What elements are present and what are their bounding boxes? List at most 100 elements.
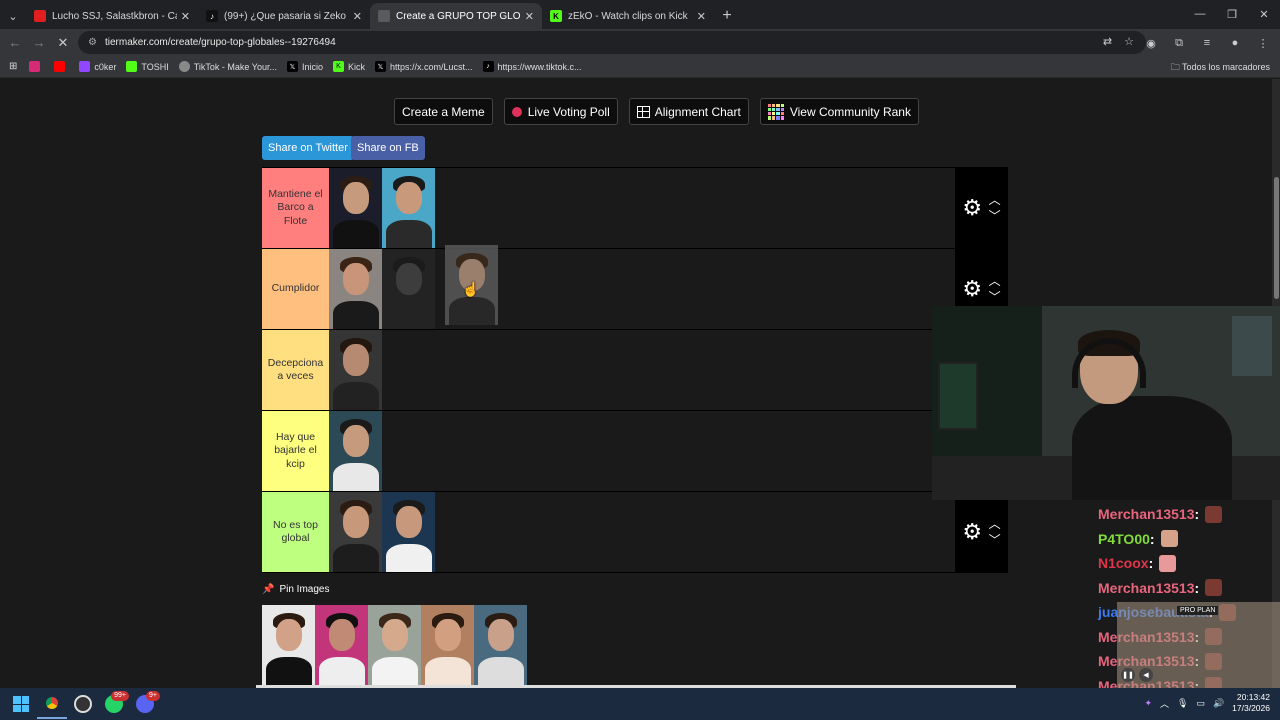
gear-icon[interactable]: ⚙ [962,197,982,219]
bookmark-tiktok[interactable]: TikTok - Make Your... [178,61,277,72]
emote-icon [1205,579,1223,597]
profile-avatar-icon[interactable]: ● [1224,32,1246,54]
share-fb-button[interactable]: Share on FB [351,136,425,160]
gear-icon[interactable]: ⚙ [962,278,982,300]
chevron-down-icon[interactable]: ﹀ [989,291,1001,303]
tier-items[interactable] [329,245,955,329]
gear-icon[interactable]: ⚙ [962,521,982,543]
close-tab-icon[interactable]: ✕ [181,10,190,23]
volume-icon[interactable]: ◀ [1139,668,1153,682]
pause-icon[interactable]: ❚❚ [1121,668,1135,682]
minimize-icon[interactable]: — [1184,0,1216,28]
create-meme-button[interactable]: Create a Meme [394,98,493,125]
pool-image[interactable] [315,605,368,686]
back-arrow-icon[interactable]: ← [3,31,27,55]
tier-items[interactable] [329,330,955,410]
menu-kebab-icon[interactable]: ⋮ [1252,32,1274,54]
bookmark-youtube[interactable] [54,61,69,72]
scrollbar-thumb[interactable] [1274,177,1279,299]
browser-tab[interactable]: K zEkO - Watch clips on Kick ✕ [542,3,714,29]
live-voting-poll-button[interactable]: Live Voting Poll [503,98,618,125]
alignment-chart-button[interactable]: Alignment Chart [628,98,749,125]
tray-chevron-up-icon[interactable]: ︿ [1160,697,1169,710]
chevron-up-icon[interactable]: ︿ [989,275,1001,287]
bookmark-label: Inicio [301,61,323,72]
tier-image[interactable] [329,411,382,491]
close-tab-icon[interactable]: ✕ [525,10,534,23]
volume-tray-icon[interactable]: 🔊 [1213,698,1224,709]
tier-image[interactable] [382,492,435,572]
share-twitter-button[interactable]: Share on Twitter [262,136,354,160]
body [333,220,379,248]
bookmark-x-lucst[interactable]: 𝕏https://x.com/Lucst... [374,61,473,72]
bookmark-label: https://x.com/Lucst... [389,61,473,72]
tier-image[interactable] [329,249,382,329]
face [488,619,514,651]
tier-items[interactable] [329,411,955,491]
pool-image[interactable] [421,605,474,686]
chevron-up-icon[interactable]: ︿ [989,518,1001,530]
tier-items[interactable] [329,492,955,572]
extensions-puzzle-icon[interactable]: ⧉ [1168,32,1190,54]
tier-image[interactable] [329,492,382,572]
extension-icon[interactable]: ◉ [1140,32,1162,54]
chevron-down-icon[interactable]: ﹀ [989,210,1001,222]
close-window-icon[interactable]: ✕ [1248,0,1280,28]
pool-image[interactable] [474,605,527,686]
system-clock[interactable]: 20:13:42 17/3/2026 [1232,692,1270,714]
bookmark-inicio[interactable]: 𝕏 Inicio [286,61,323,72]
chevron-up-icon[interactable]: ︿ [989,194,1001,206]
restore-icon[interactable]: ❐ [1216,0,1248,28]
tier-label[interactable]: Decepciona a veces [262,330,329,410]
bookmark-toshi[interactable]: TOSHI [126,61,169,72]
folder-icon: 🗀 [1170,62,1182,72]
ad-label: PRO PLAN [1177,606,1219,615]
site-info-icon[interactable]: ⚙ [88,37,97,48]
pool-image[interactable] [368,605,421,686]
chevron-down-icon[interactable]: ﹀ [989,534,1001,546]
forward-arrow-icon[interactable]: → [27,31,51,55]
tiermaker-favicon-icon [378,10,390,22]
browser-tab[interactable]: ♪ (99+) ¿Que pasaria si Zeko resp ✕ [198,3,370,29]
tier-image-placeholder[interactable] [382,249,435,329]
tier-label[interactable]: Cumplidor [262,249,329,329]
discord-icon[interactable]: 9+ [130,689,160,719]
tier-image[interactable] [329,168,382,248]
all-bookmarks-folder[interactable]: 🗀 Todos los marcadores [1171,60,1270,76]
microphone-icon[interactable]: 🎙 [1177,698,1188,709]
address-bar[interactable]: ⚙ tiermaker.com/create/grupo-top-globale… [78,31,1146,54]
pool-image[interactable] [262,605,315,686]
close-tab-icon[interactable]: ✕ [697,10,706,23]
bookmark-c0ker[interactable]: c0ker [79,61,116,72]
windows-start-icon[interactable] [6,689,36,719]
tier-label[interactable]: Hay que bajarle el kcip [262,411,329,491]
bookmark-star-icon[interactable]: ☆ [1124,35,1134,48]
tier-label[interactable]: No es top global [262,492,329,572]
stop-loading-icon[interactable]: ✕ [51,31,75,55]
tier-image[interactable] [329,330,382,410]
shelf [1232,316,1272,376]
media-control-icon[interactable]: ≡ [1196,32,1218,54]
bookmark-kick[interactable]: K Kick [332,61,365,72]
obs-icon[interactable] [68,689,98,719]
view-community-rank-button[interactable]: View Community Rank [759,98,919,125]
browser-tab-active[interactable]: Create a GRUPO TOP GLOBALE ✕ [370,3,542,29]
apps-grid-icon[interactable]: ⊞ [9,61,17,72]
close-tab-icon[interactable]: ✕ [353,10,362,23]
new-tab-plus-icon[interactable]: + [714,3,740,29]
bookmark-tiktok-url[interactable]: ♪ https://www.tiktok.c... [482,61,582,72]
ad-overlay: PRO PLAN ❚❚ ◀ [1117,602,1280,688]
tier-image[interactable] [382,168,435,248]
tier-label[interactable]: Mantiene el Barco a Flote [262,168,329,248]
whatsapp-icon[interactable]: 99+ [99,689,129,719]
tray-app-icon[interactable]: ✦ [1144,698,1152,709]
pushpin-icon: 📌 [262,584,275,595]
bookmark-instagram[interactable] [29,61,44,72]
ad-controls: ❚❚ ◀ [1121,668,1153,682]
browser-tab[interactable]: Lucho SSJ, Salastkbron - Catara ✕ [26,3,198,29]
translate-icon[interactable]: ⇄ [1103,35,1112,48]
chrome-icon[interactable] [37,689,67,719]
tab-search-chevron-icon[interactable]: ⌄ [0,3,26,29]
tier-items[interactable] [329,168,955,248]
network-icon[interactable]: ▭ [1196,698,1205,709]
